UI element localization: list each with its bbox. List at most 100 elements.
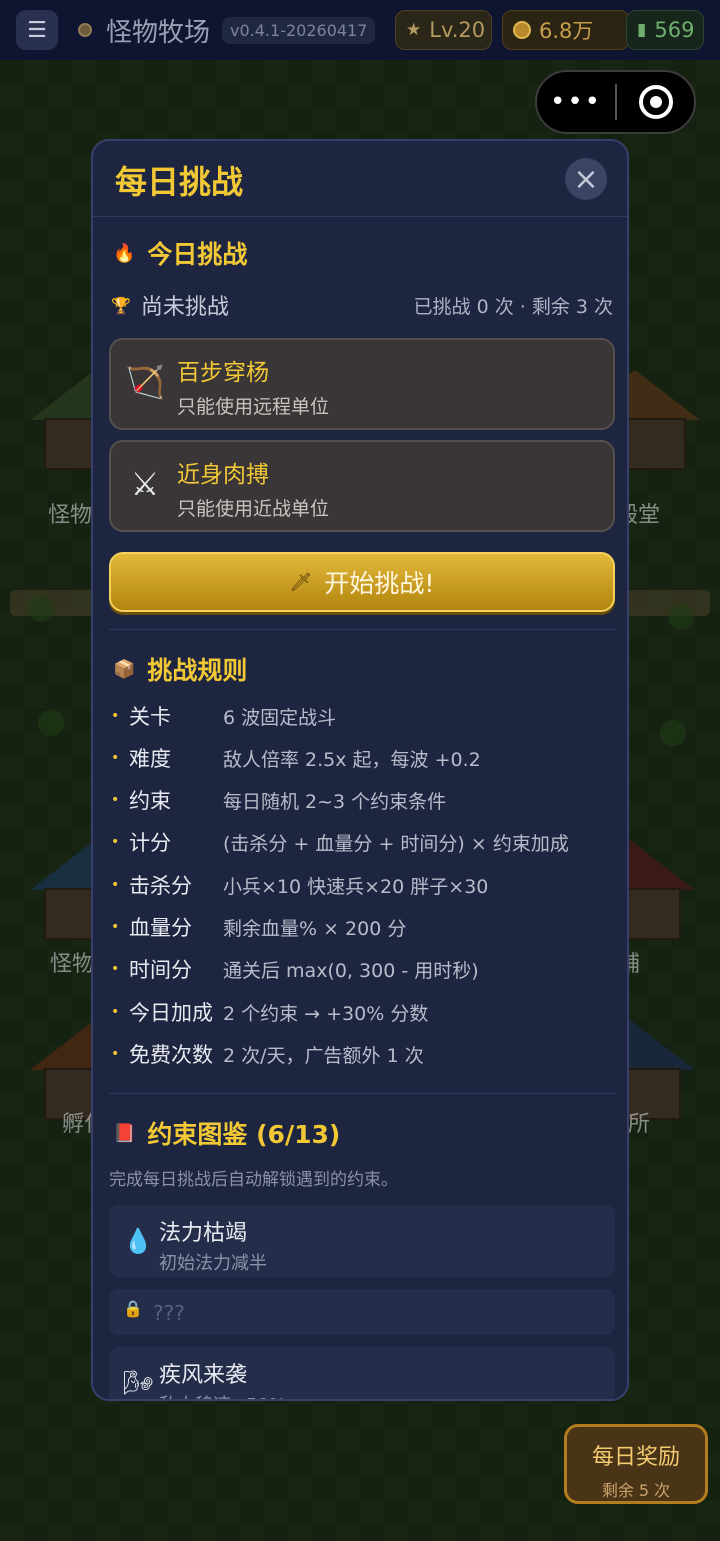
bullet-icon: •	[111, 961, 120, 977]
constraint-card[interactable]: ⚔ 近身肉搏 只能使用近战单位	[109, 440, 615, 532]
challenge-status: 尚未挑战	[140, 295, 229, 320]
bullet-icon: •	[111, 919, 120, 935]
constraint-desc: 只能使用近战单位	[177, 498, 330, 520]
rule-value: 通关后 max(0, 300 - 用时秒)	[223, 959, 479, 982]
gem-icon: ▮	[637, 20, 647, 40]
bullet-icon: •	[111, 750, 120, 766]
daily-reward-title: 每日奖励	[591, 1445, 680, 1470]
rule-key: 难度	[129, 747, 171, 771]
bullet-icon: •	[111, 877, 120, 893]
rule-value: 敌人倍率 2.5x 起，每波 +0.2	[223, 748, 481, 771]
rule-value: 小兵×10 快速兵×20 胖子×30	[223, 875, 489, 898]
rule-key: 约束	[129, 789, 171, 813]
app-title: 怪物牧场	[106, 17, 211, 48]
rule-value: (击杀分 + 血量分 + 时间分) × 约束加成	[223, 832, 569, 855]
rule-key: 时间分	[129, 958, 192, 982]
daily-reward-remaining: 剩余 5 次	[601, 1481, 671, 1500]
bow-arrow-icon: 🏹	[125, 363, 165, 401]
book-icon: 📕	[113, 1122, 136, 1144]
catalog-entry-name: ???	[153, 1301, 185, 1325]
gold-value: 6.8万	[539, 19, 594, 43]
daily-challenge-modal: 每日挑战 × 🔥 今日挑战 🏆 尚未挑战 已挑战 0 次 · 剩余 3 次 🏹 …	[91, 139, 629, 1401]
rule-key: 计分	[129, 831, 171, 855]
rule-row: • 时间分 通关后 max(0, 300 - 用时秒)	[111, 954, 611, 984]
bullet-icon: •	[111, 1004, 120, 1020]
capsule-divider	[615, 84, 617, 120]
more-button[interactable]: •••	[537, 87, 615, 117]
hamburger-icon: ☰	[27, 17, 47, 43]
constraint-name: 近身肉搏	[177, 462, 269, 488]
wind-icon: 🌬	[123, 1369, 154, 1397]
sword-icon: 🗡	[289, 571, 313, 593]
level-chip[interactable]: ★ Lv.20	[395, 10, 492, 50]
rule-row: • 击杀分 小兵×10 快速兵×20 胖子×30	[111, 870, 611, 900]
close-miniprogram-icon[interactable]	[639, 85, 673, 119]
bullet-icon: •	[111, 792, 120, 808]
daily-reward-badge[interactable]: 每日奖励 剩余 5 次	[564, 1424, 708, 1504]
gold-chip[interactable]: 6.8万	[502, 10, 630, 50]
star-icon: ★	[406, 20, 422, 40]
fire-icon: 🔥	[113, 242, 136, 264]
gem-value: 569	[654, 18, 695, 42]
rule-row: • 关卡 6 波固定战斗	[111, 701, 611, 731]
modal-header: 每日挑战 ×	[93, 141, 627, 217]
start-challenge-button[interactable]: 🗡 开始挑战!	[109, 552, 615, 612]
catalog-entry-locked[interactable]: 🔒 ???	[109, 1289, 615, 1335]
rule-key: 今日加成	[129, 1001, 213, 1025]
constraint-card[interactable]: 🏹 百步穿杨 只能使用远程单位	[109, 338, 615, 430]
bullet-icon: •	[111, 834, 120, 850]
challenge-status-row: 🏆 尚未挑战 已挑战 0 次 · 剩余 3 次	[111, 289, 613, 321]
rule-value: 2 个约束 → +30% 分数	[223, 1002, 429, 1025]
rule-value: 每日随机 2~3 个约束条件	[223, 790, 447, 813]
rule-key: 免费次数	[129, 1043, 213, 1067]
level-value: Lv.20	[429, 18, 486, 42]
today-challenge-heading: 🔥 今日挑战	[113, 235, 247, 271]
gem-chip[interactable]: ▮ 569	[626, 10, 704, 50]
catalog-hint: 完成每日挑战后自动解锁遇到的约束。	[109, 1170, 398, 1190]
catalog-entry-name: 法力枯竭	[159, 1221, 248, 1246]
close-button[interactable]: ×	[565, 158, 607, 200]
catalog-entry-desc: 初始法力减半	[159, 1253, 267, 1274]
rule-value: 剩余血量% × 200 分	[223, 917, 407, 940]
water-drop-icon: 💧	[123, 1227, 153, 1255]
chest-icon: 📦	[113, 658, 136, 680]
app-logo-icon	[78, 23, 92, 37]
catalog-entry-desc: 敌人移速+50%	[159, 1391, 286, 1399]
bullet-icon: •	[111, 708, 120, 724]
menu-button[interactable]: ☰	[16, 10, 58, 50]
catalog-entry[interactable]: 💧 法力枯竭 初始法力减半	[109, 1205, 615, 1277]
rule-row: • 今日加成 2 个约束 → +30% 分数	[111, 997, 611, 1027]
miniprogram-capsule: •••	[535, 70, 696, 134]
lock-icon: 🔒	[123, 1299, 143, 1318]
rule-row: • 约束 每日随机 2~3 个约束条件	[111, 785, 611, 815]
rule-row: • 血量分 剩余血量% × 200 分	[111, 912, 611, 942]
rule-key: 血量分	[129, 916, 192, 940]
start-challenge-label: 开始挑战!	[324, 569, 435, 598]
constraint-name: 百步穿杨	[177, 360, 269, 386]
rules-heading: 📦 挑战规则	[113, 651, 247, 687]
section-divider	[109, 1093, 615, 1094]
coin-icon	[513, 21, 531, 39]
rules-title: 挑战规则	[147, 656, 248, 685]
section-divider	[109, 629, 615, 630]
crossed-swords-icon: ⚔	[130, 465, 160, 503]
rule-row: • 难度 敌人倍率 2.5x 起，每波 +0.2	[111, 743, 611, 773]
rule-key: 关卡	[129, 705, 171, 729]
challenge-counts: 已挑战 0 次 · 剩余 3 次	[413, 295, 613, 318]
bullet-icon: •	[111, 1046, 120, 1062]
version-badge: v0.4.1-20260417	[222, 16, 376, 44]
rule-row: • 免费次数 2 次/天，广告额外 1 次	[111, 1039, 611, 1069]
constraint-desc: 只能使用远程单位	[177, 396, 330, 418]
rule-value: 6 波固定战斗	[223, 706, 337, 729]
rule-row: • 计分 (击杀分 + 血量分 + 时间分) × 约束加成	[111, 827, 611, 857]
rule-key: 击杀分	[129, 874, 192, 898]
catalog-entry-name: 疾风来袭	[159, 1363, 248, 1388]
catalog-heading: 📕 约束图鉴 (6/13)	[113, 1115, 340, 1151]
rule-value: 2 次/天，广告额外 1 次	[223, 1044, 424, 1067]
catalog-title: 约束图鉴 (6/13)	[147, 1120, 341, 1149]
close-icon: ×	[573, 161, 599, 197]
catalog-entry[interactable]: 🌬 疾风来袭 敌人移速+50%	[109, 1347, 615, 1399]
modal-title: 每日挑战	[115, 163, 244, 201]
today-challenge-title: 今日挑战	[147, 240, 248, 269]
trophy-icon: 🏆	[111, 295, 131, 315]
